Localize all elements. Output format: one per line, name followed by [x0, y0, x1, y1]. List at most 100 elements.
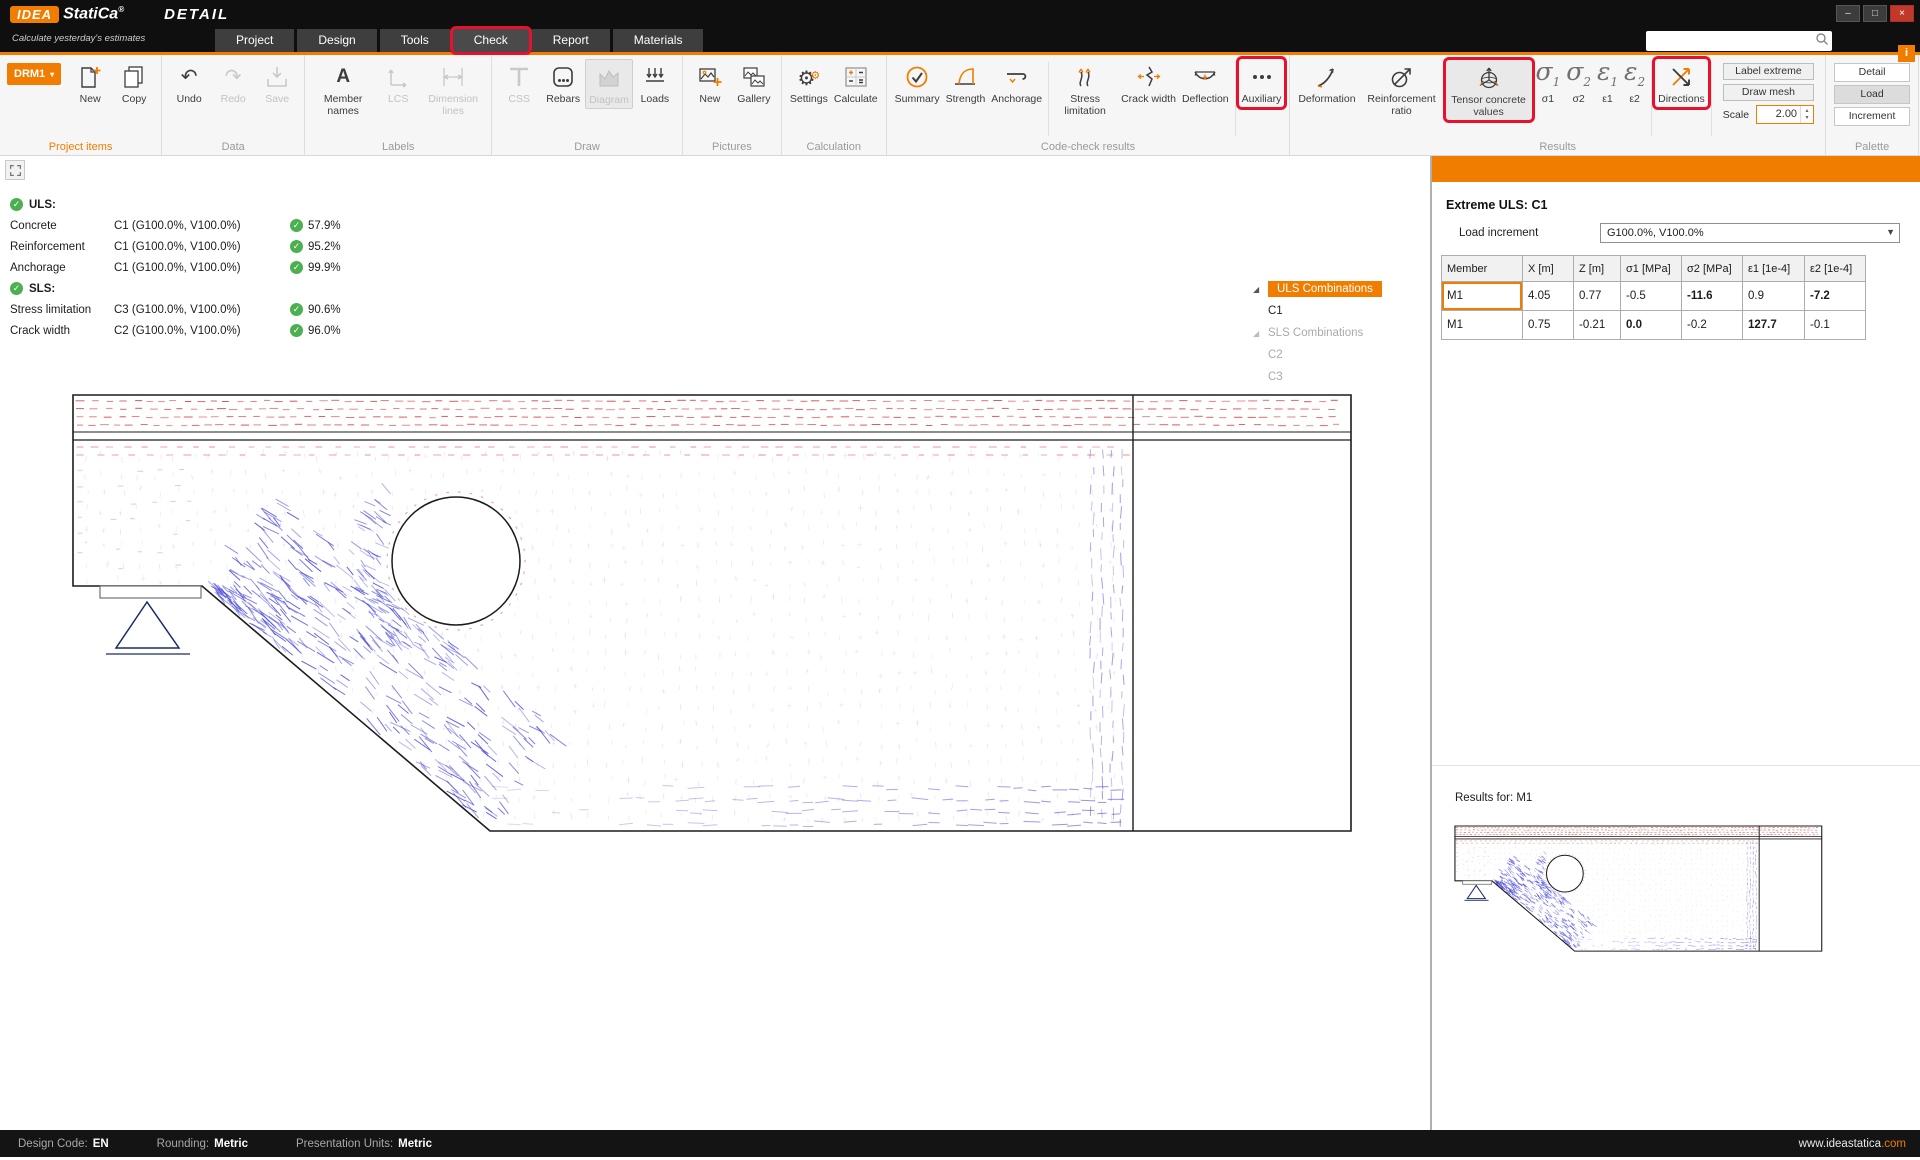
tab-check[interactable]: Check [453, 29, 529, 52]
search-box [1646, 31, 1832, 51]
cell[interactable]: -11.6 [1682, 282, 1743, 311]
chevron-down-icon: ▾ [50, 70, 54, 79]
check-value: 96.0% [308, 325, 341, 337]
cell-member[interactable]: M1 [1442, 282, 1523, 311]
tab-report[interactable]: Report [532, 29, 610, 52]
epsilon2-button[interactable]: ε2 ε2 [1621, 59, 1648, 107]
rebars-button[interactable]: Rebars [541, 59, 585, 107]
results-for-label: Results for: M1 [1455, 792, 1532, 804]
cell[interactable]: -0.5 [1621, 282, 1682, 311]
search-input[interactable] [1649, 33, 1815, 49]
spinner-up-icon[interactable]: ▴ [1806, 108, 1809, 115]
expander-icon[interactable]: ◢ [1253, 329, 1265, 338]
epsilon1-glyph-icon: ε1 [1597, 61, 1618, 93]
settings-button[interactable]: ⚙⚙ Settings [787, 59, 831, 107]
check-combination: C3 (G100.0%, V100.0%) [114, 304, 290, 316]
status-bar: Design Code:EN Rounding:Metric Presentat… [0, 1130, 1920, 1157]
detail-canvas-area[interactable]: ULS: ConcreteC1 (G100.0%, V100.0%)57.9% … [0, 156, 1430, 1130]
tree-sls-combinations[interactable]: ◢SLS Combinations [1253, 322, 1425, 344]
check-icon [10, 282, 23, 295]
cell[interactable]: -0.21 [1574, 311, 1621, 340]
cell-member[interactable]: M1 [1442, 311, 1523, 340]
tree-c2[interactable]: C2 [1268, 344, 1425, 366]
tab-materials[interactable]: Materials [613, 29, 704, 52]
directions-button[interactable]: Directions [1655, 59, 1708, 107]
epsilon1-button[interactable]: ε1 ε1 [1594, 59, 1621, 107]
calculate-button[interactable]: Calculate [831, 59, 881, 107]
extreme-title: Extreme ULS: C1 [1446, 198, 1920, 212]
close-button[interactable]: × [1890, 5, 1914, 22]
dimension-lines-button[interactable]: Dimension lines [420, 59, 486, 119]
cell[interactable]: 4.05 [1523, 282, 1574, 311]
reinforcement-ratio-button[interactable]: Reinforcement ratio [1359, 59, 1445, 119]
tab-project[interactable]: Project [215, 29, 294, 52]
table-row: M1 0.75 -0.21 0.0 -0.2 127.7 -0.1 [1442, 311, 1866, 340]
strength-button[interactable]: Strength [943, 59, 989, 107]
cell[interactable]: 127.7 [1743, 311, 1805, 340]
chevron-down-icon: ▼ [1886, 227, 1895, 237]
palette-load-button[interactable]: Load [1834, 85, 1910, 104]
design-code-status: Design Code:EN [18, 1138, 109, 1150]
sigma1-button[interactable]: σ1 σ1 [1533, 59, 1564, 107]
reinforcement-ratio-icon [1389, 61, 1415, 93]
cell[interactable]: -0.1 [1805, 311, 1866, 340]
redo-button[interactable]: ↷ Redo [211, 59, 255, 107]
cell[interactable]: 0.77 [1574, 282, 1621, 311]
new-project-item-button[interactable]: New [68, 59, 112, 107]
maximize-button[interactable]: □ [1863, 5, 1887, 22]
dimension-lines-icon [440, 61, 466, 93]
deflection-button[interactable]: Deflection [1179, 59, 1232, 107]
expand-icon [9, 164, 22, 177]
css-button[interactable]: CSS [497, 59, 541, 107]
expand-canvas-button[interactable] [5, 160, 25, 180]
summary-button[interactable]: Summary [892, 59, 943, 107]
cell[interactable]: 0.9 [1743, 282, 1805, 311]
auxiliary-button[interactable]: Auxiliary [1239, 59, 1285, 107]
group-label: Calculation [782, 141, 886, 153]
cell[interactable]: -0.2 [1682, 311, 1743, 340]
cell[interactable]: 0.75 [1523, 311, 1574, 340]
gallery-button[interactable]: Gallery [732, 59, 776, 107]
group-label: Pictures [683, 141, 781, 153]
tab-tools[interactable]: Tools [380, 29, 450, 52]
undo-button[interactable]: ↶ Undo [167, 59, 211, 107]
draw-mesh-toggle[interactable]: Draw mesh [1723, 84, 1814, 101]
load-increment-dropdown[interactable]: G100.0%, V100.0% ▼ [1600, 223, 1900, 243]
label-extreme-toggle[interactable]: Label extreme [1723, 63, 1814, 80]
tab-design[interactable]: Design [297, 29, 376, 52]
stress-limitation-button[interactable]: Stress limitation [1052, 59, 1118, 119]
palette-detail-button[interactable]: Detail [1834, 63, 1910, 82]
sls-title: SLS: [29, 283, 55, 295]
member-names-button[interactable]: A Member names [310, 59, 376, 119]
palette-increment-button[interactable]: Increment [1834, 107, 1910, 126]
scale-stepper[interactable]: 2.00 ▴▾ [1756, 105, 1814, 124]
expander-icon[interactable]: ◢ [1253, 285, 1265, 294]
scale-value[interactable]: 2.00 [1757, 106, 1800, 123]
spinner-down-icon[interactable]: ▾ [1806, 115, 1809, 122]
tree-c1[interactable]: C1 [1268, 300, 1425, 322]
tensor-concrete-values-button[interactable]: Tensor concrete values [1445, 59, 1533, 121]
minimize-button[interactable]: – [1836, 5, 1860, 22]
lcs-button[interactable]: LCS [376, 59, 420, 107]
check-name: Anchorage [10, 262, 114, 274]
tree-uls-combinations[interactable]: ◢ULS Combinations [1253, 278, 1425, 300]
stress-limitation-icon [1072, 61, 1098, 93]
cell[interactable]: 0.0 [1621, 311, 1682, 340]
diagram-button[interactable]: Diagram [585, 59, 633, 109]
project-item-selector[interactable]: DRM1▾ [7, 63, 61, 85]
copy-project-item-button[interactable]: Copy [112, 59, 156, 107]
rounding-status: Rounding:Metric [157, 1138, 248, 1150]
new-picture-button[interactable]: New [688, 59, 732, 107]
search-icon[interactable] [1815, 32, 1829, 51]
tree-c3[interactable]: C3 [1268, 366, 1425, 388]
sigma2-button[interactable]: σ2 σ2 [1563, 59, 1594, 107]
loads-button[interactable]: Loads [633, 59, 677, 107]
anchorage-button[interactable]: Anchorage [988, 59, 1045, 107]
info-button[interactable]: i [1898, 45, 1915, 62]
website-link[interactable]: www.ideastatica.com [1799, 1138, 1906, 1150]
crack-width-button[interactable]: Crack width [1118, 59, 1179, 107]
tagline: Calculate yesterday's estimates [12, 33, 145, 44]
save-button[interactable]: Save [255, 59, 299, 107]
deformation-button[interactable]: Deformation [1295, 59, 1358, 107]
cell[interactable]: -7.2 [1805, 282, 1866, 311]
